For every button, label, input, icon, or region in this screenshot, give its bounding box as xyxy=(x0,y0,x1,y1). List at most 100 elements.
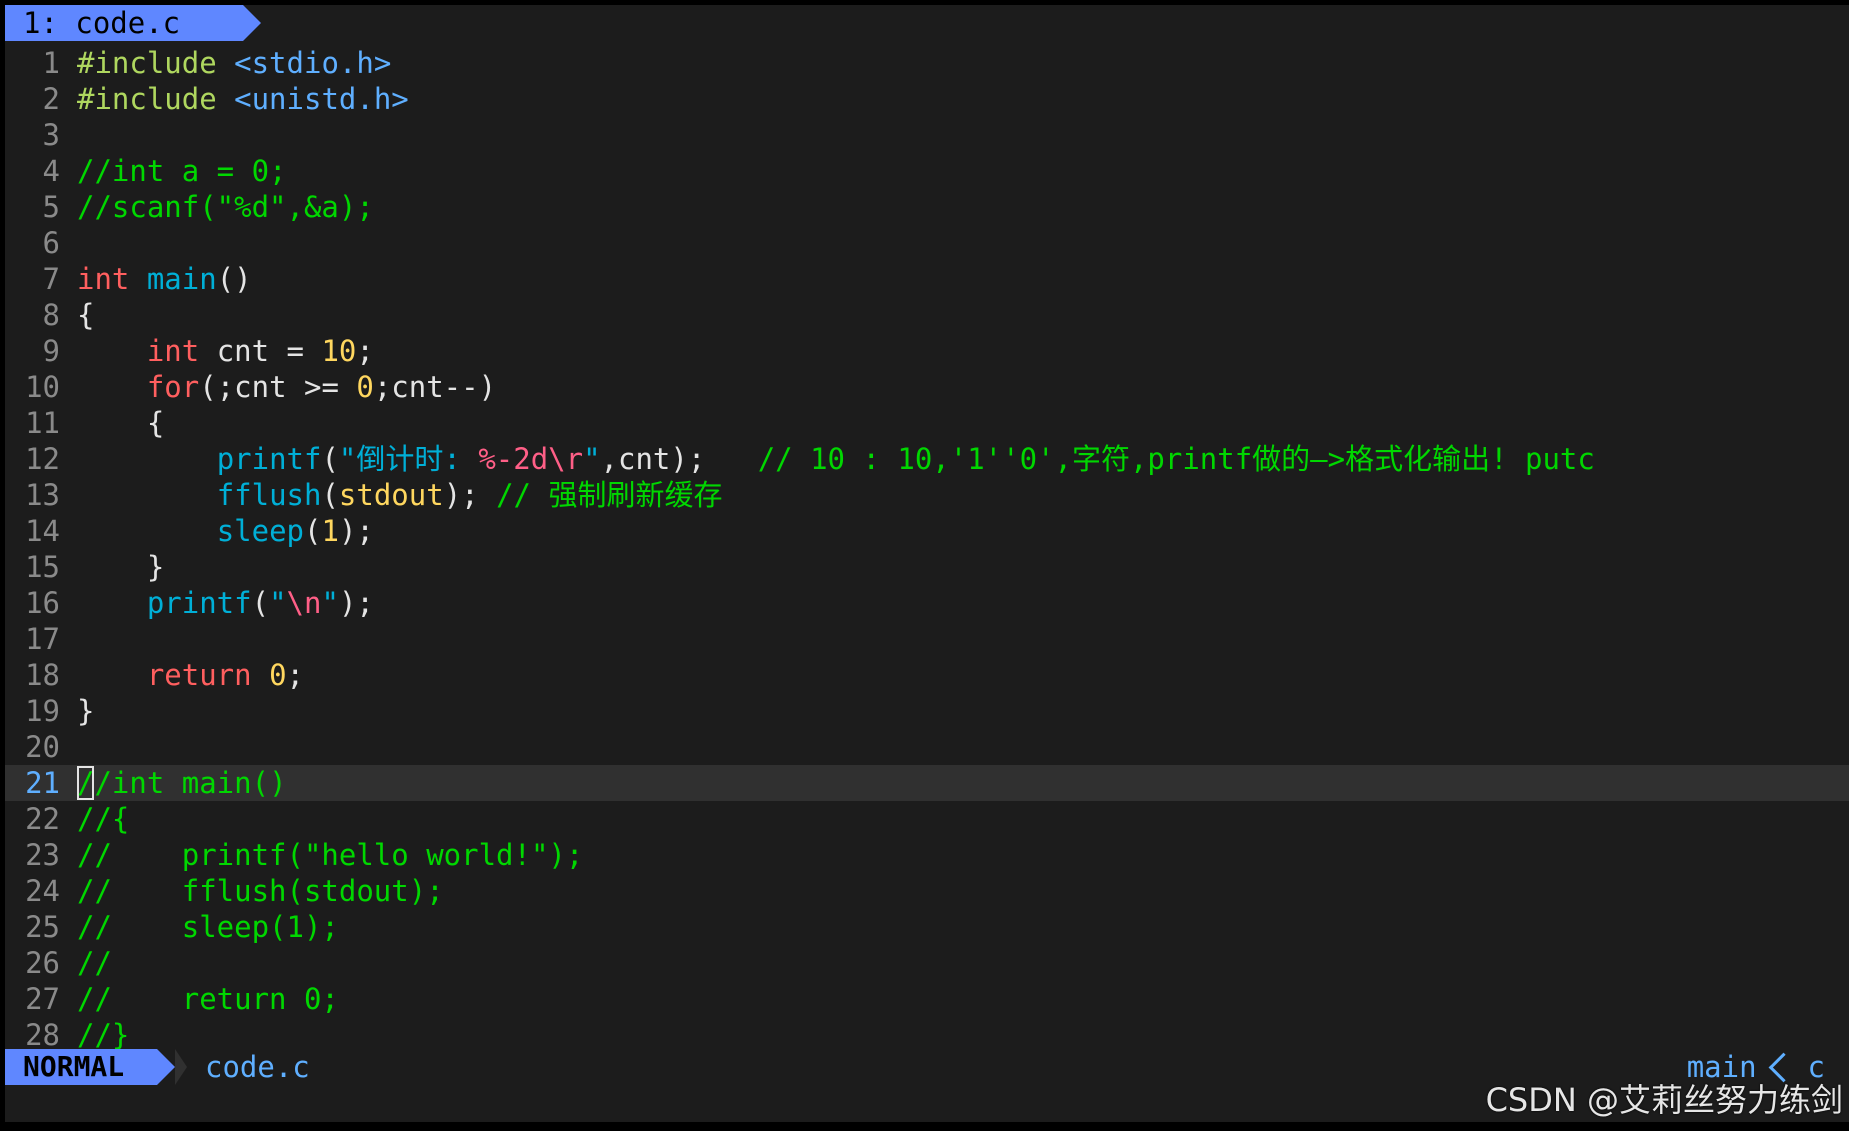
code-token: ( xyxy=(321,442,339,476)
code-line[interactable]: 14 sleep(1); xyxy=(5,513,1849,549)
line-number: 24 xyxy=(25,874,60,908)
line-number: 28 xyxy=(25,1018,60,1052)
code-token: ; xyxy=(356,334,374,368)
code-token: %-2d\r xyxy=(478,442,584,476)
status-filetype: c xyxy=(1807,1050,1825,1084)
code-line[interactable]: 18 return 0; xyxy=(5,657,1849,693)
code-token: 0 xyxy=(269,658,287,692)
code-token: for xyxy=(146,370,200,404)
mode-arrow-icon xyxy=(157,1049,175,1085)
code-line[interactable]: 27 // return 0; xyxy=(5,981,1849,1017)
code-line[interactable]: 5 //scanf("%d",&a); xyxy=(5,189,1849,225)
code-line[interactable]: 23 // printf("hello world!"); xyxy=(5,837,1849,873)
line-number: 23 xyxy=(25,838,60,872)
code-token: ( xyxy=(251,586,270,620)
tab-code-c[interactable]: 1: code.c xyxy=(5,5,243,41)
line-number: 4 xyxy=(42,154,60,188)
code-line[interactable]: 11 { xyxy=(5,405,1849,441)
code-line[interactable]: 21 //int main() xyxy=(5,765,1849,801)
code-line[interactable]: 9 int cnt = 10; xyxy=(5,333,1849,369)
code-line[interactable]: 10 for(;cnt >= 0;cnt--) xyxy=(5,369,1849,405)
line-code: for(;cnt >= 0;cnt--) xyxy=(77,369,496,405)
code-token: //} xyxy=(77,1018,130,1052)
line-number: 25 xyxy=(25,910,60,944)
line-code: #include <unistd.h> xyxy=(77,81,409,117)
code-line[interactable]: 13 fflush(stdout); // 强制刷新缓存 xyxy=(5,477,1849,513)
code-token: // return 0; xyxy=(77,982,339,1016)
code-line[interactable]: 25 // sleep(1); xyxy=(5,909,1849,945)
code-token: { xyxy=(77,298,95,332)
status-function: main xyxy=(1686,1050,1757,1084)
code-line[interactable]: 12 printf("倒计时: %-2d\r",cnt); // 10 : 10… xyxy=(5,441,1849,477)
code-token: 10 xyxy=(321,334,357,368)
code-line[interactable]: 22 //{ xyxy=(5,801,1849,837)
code-line[interactable]: 26 // xyxy=(5,945,1849,981)
line-code: printf("倒计时: %-2d\r",cnt); // 10 : 10,'1… xyxy=(77,441,1595,477)
status-filename: code.c xyxy=(205,1050,310,1084)
line-code: int cnt = 10; xyxy=(77,333,374,369)
separator-arrow-icon xyxy=(175,1049,187,1085)
line-number: 13 xyxy=(25,478,60,512)
chevron-left-icon xyxy=(1768,1052,1798,1083)
code-line[interactable]: 6 xyxy=(5,225,1849,261)
code-line[interactable]: 4 //int a = 0; xyxy=(5,153,1849,189)
line-number: 26 xyxy=(25,946,60,980)
code-token: "倒计时: xyxy=(338,442,479,476)
line-code: // fflush(stdout); xyxy=(77,873,444,909)
line-number: 6 xyxy=(42,226,60,260)
line-code: printf("\n"); xyxy=(77,585,374,621)
code-token: // 10 : 10,'1''0',字符,printf做的—>格式化输出! pu… xyxy=(757,442,1595,476)
code-line[interactable]: 8{ xyxy=(5,297,1849,333)
code-line[interactable]: 2 #include <unistd.h> xyxy=(5,81,1849,117)
code-line[interactable]: 24 // fflush(stdout); xyxy=(5,873,1849,909)
line-code: { xyxy=(77,405,164,441)
code-line[interactable]: 1 #include <stdio.h> xyxy=(5,45,1849,81)
code-line[interactable]: 15 } xyxy=(5,549,1849,585)
line-number: 27 xyxy=(25,982,60,1016)
code-line[interactable]: 16 printf("\n"); xyxy=(5,585,1849,621)
line-number: 1 xyxy=(42,46,60,80)
code-line[interactable]: 17 xyxy=(5,621,1849,657)
watermark: CSDN @艾莉丝努力练剑 xyxy=(1485,1081,1843,1119)
code-token: // fflush(stdout); xyxy=(77,874,444,908)
code-line[interactable]: 7 int main() xyxy=(5,261,1849,297)
code-token: ); xyxy=(338,586,374,620)
code-token: ( xyxy=(304,514,322,548)
line-number: 5 xyxy=(42,190,60,224)
line-number: 7 xyxy=(42,262,60,296)
code-token: () xyxy=(216,262,252,296)
code-token: main xyxy=(146,262,217,296)
code-line[interactable]: 19} xyxy=(5,693,1849,729)
code-token: printf xyxy=(216,442,322,476)
line-code: sleep(1); xyxy=(77,513,374,549)
code-token: // sleep(1); xyxy=(77,910,339,944)
vim-window[interactable]: 1: code.c 1 #include <stdio.h> 2 #include <… xyxy=(5,5,1849,1122)
line-number: 8 xyxy=(42,298,60,332)
code-line[interactable]: 3 xyxy=(5,117,1849,153)
line-code: int main() xyxy=(77,261,252,297)
code-line[interactable]: 20 xyxy=(5,729,1849,765)
line-code: // printf("hello world!"); xyxy=(77,837,583,873)
code-token: ); xyxy=(443,478,497,512)
code-editor[interactable]: 1 #include <stdio.h> 2 #include <unistd.h> 3… xyxy=(5,45,1849,1053)
line-code: { xyxy=(77,297,94,333)
code-line[interactable]: 28 //} xyxy=(5,1017,1849,1053)
code-token: <stdio.h> xyxy=(234,46,392,80)
code-token: <unistd.h> xyxy=(234,82,409,116)
line-code: //} xyxy=(77,1017,129,1053)
code-token: printf xyxy=(146,586,252,620)
code-token: // xyxy=(77,946,112,980)
line-code: fflush(stdout); // 强制刷新缓存 xyxy=(77,477,723,513)
line-code: } xyxy=(77,693,94,729)
line-code: //int a = 0; xyxy=(77,153,287,189)
code-token: int xyxy=(146,334,217,368)
mode-indicator: NORMAL xyxy=(5,1049,157,1085)
line-number: 3 xyxy=(42,118,60,152)
code-token: fflush xyxy=(216,478,322,512)
line-code: } xyxy=(77,549,164,585)
line-number: 15 xyxy=(25,550,60,584)
